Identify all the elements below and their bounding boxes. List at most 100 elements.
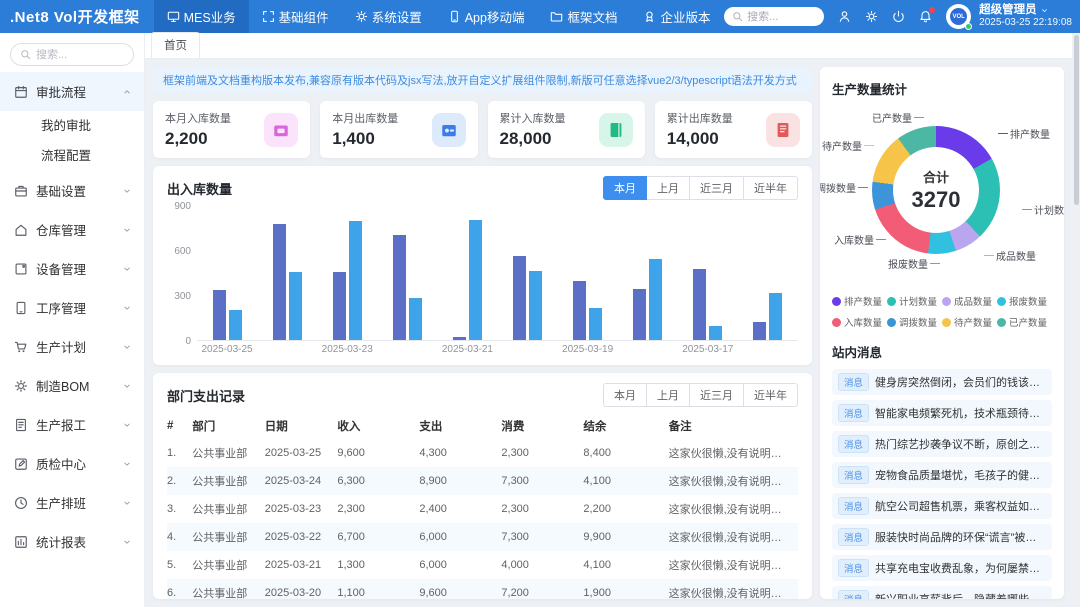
message-item[interactable]: 消息 航空公司超售机票，乘客权益如何保障？ <box>832 493 1052 519</box>
sidebar-item-仓库管理[interactable]: 仓库管理 <box>0 210 144 249</box>
sidebar-item-生产报工[interactable]: 生产报工 <box>0 405 144 444</box>
gear-icon[interactable] <box>865 10 878 23</box>
expense-table-card: 部门支出记录 本月上月近三月近半年 #部门日期收入支出消费结余备注1.公共事业部… <box>153 373 812 599</box>
message-item[interactable]: 消息 新兴职业高薪背后，隐藏着哪些挑战？ <box>832 586 1052 599</box>
x-tick <box>257 344 317 355</box>
user-menu[interactable]: 超级管理员 <box>979 4 1072 17</box>
user-icon[interactable] <box>838 10 851 23</box>
range-tab-上月[interactable]: 上月 <box>647 383 690 407</box>
message-item[interactable]: 消息 热门综艺抄袭争议不断，原创之路在何方？ <box>832 431 1052 457</box>
page-scrollbar[interactable] <box>1072 33 1080 607</box>
sidebar-item-质检中心[interactable]: 质检中心 <box>0 444 144 483</box>
nav-item-label: App移动端 <box>465 7 525 26</box>
table-cell: 7,200 <box>501 587 583 599</box>
sidebar-search-input[interactable] <box>36 49 116 61</box>
nav-item-框架文档[interactable]: 框架文档 <box>537 0 630 33</box>
global-search[interactable] <box>724 7 824 26</box>
sidebar-item-设备管理[interactable]: 设备管理 <box>0 249 144 288</box>
table-row[interactable]: 5.公共事业部2025-03-211,3006,0004,0004,100这家伙… <box>167 551 798 579</box>
sidebar-search[interactable] <box>10 43 134 66</box>
report-icon <box>14 535 28 549</box>
tab-首页[interactable]: 首页 <box>151 32 200 58</box>
notice-banner: 框架前端及文档重构版本发布,兼容原有版本代码及jsx写法,放开自定义扩展组件限制… <box>153 67 812 93</box>
message-text: 航空公司超售机票，乘客权益如何保障？ <box>875 498 1046 514</box>
sidebar-item-统计报表[interactable]: 统计报表 <box>0 522 144 561</box>
bar-group-2025-03-23 <box>317 206 377 340</box>
legend-item-排产数量[interactable]: 排产数量 <box>832 294 887 308</box>
legend-item-待产数量[interactable]: 待产数量 <box>942 315 997 329</box>
datetime: 2025-03-25 22:19:08 <box>979 17 1072 29</box>
sidebar-item-制造BOM[interactable]: 制造BOM <box>0 366 144 405</box>
table-row[interactable]: 4.公共事业部2025-03-226,7006,0007,3009,900这家伙… <box>167 523 798 551</box>
notifications[interactable] <box>919 10 932 23</box>
message-item[interactable]: 消息 健身房突然倒闭，会员们的钱该如何追回？ <box>832 369 1052 395</box>
y-tick: 0 <box>185 336 191 347</box>
message-item[interactable]: 消息 智能家电频繁死机，技术瓶颈待突破？ <box>832 400 1052 426</box>
range-tab-本月[interactable]: 本月 <box>603 176 647 200</box>
sidebar-subitem-流程配置[interactable]: 流程配置 <box>0 141 144 171</box>
nav-item-基础组件[interactable]: 基础组件 <box>249 0 342 33</box>
column-header: 结余 <box>583 418 668 434</box>
nav-item-App移动端[interactable]: App移动端 <box>435 0 538 33</box>
table-cell: 3. <box>167 503 192 515</box>
table-cell: 6,700 <box>337 531 419 543</box>
legend-dot <box>942 318 951 327</box>
avatar[interactable]: VOL <box>946 4 971 29</box>
legend-item-已产数量[interactable]: 已产数量 <box>997 315 1052 329</box>
callout-line <box>984 255 994 257</box>
message-item[interactable]: 消息 宠物食品质量堪忧，毛孩子的健康谁守护？ <box>832 462 1052 488</box>
nav-item-MES业务[interactable]: MES业务 <box>154 0 249 33</box>
message-badge: 消息 <box>838 559 869 577</box>
nav-item-label: 系统设置 <box>372 7 422 26</box>
nav-item-系统设置[interactable]: 系统设置 <box>342 0 435 33</box>
power-icon[interactable] <box>892 10 905 23</box>
bar-group-2025-03-19 <box>558 206 618 340</box>
legend-item-报废数量[interactable]: 报废数量 <box>997 294 1052 308</box>
gear-icon <box>355 10 368 23</box>
legend-item-成品数量[interactable]: 成品数量 <box>942 294 997 308</box>
sidebar-subitem-我的审批[interactable]: 我的审批 <box>0 111 144 141</box>
table-row[interactable]: 1.公共事业部2025-03-259,6004,3002,3008,400这家伙… <box>167 439 798 467</box>
sidebar-item-审批流程[interactable]: 审批流程 <box>0 72 144 111</box>
message-item[interactable]: 消息 服装快时尚品牌的环保“谎言”被戳破？ <box>832 524 1052 550</box>
legend-item-计划数量[interactable]: 计划数量 <box>887 294 942 308</box>
stat-label: 累计入库数量 <box>500 110 566 126</box>
bar-出库数量 <box>649 259 662 340</box>
legend-item-调拨数量[interactable]: 调拨数量 <box>887 315 942 329</box>
x-tick: 2025-03-23 <box>317 344 377 355</box>
sidebar-item-工序管理[interactable]: 工序管理 <box>0 288 144 327</box>
table-cell: 4,000 <box>501 559 583 571</box>
monitor-icon <box>167 10 180 23</box>
table-cell: 2. <box>167 475 192 487</box>
legend-item-入库数量[interactable]: 入库数量 <box>832 315 887 329</box>
stat-label: 累计出库数量 <box>667 110 733 126</box>
table-row[interactable]: 6.公共事业部2025-03-201,1009,6007,2001,900这家伙… <box>167 579 798 599</box>
table-row[interactable]: 3.公共事业部2025-03-232,3002,4002,3002,200这家伙… <box>167 495 798 523</box>
message-item[interactable]: 消息 共享充电宝收费乱象，为何屡禁不止？ <box>832 555 1052 581</box>
sidebar-item-基础设置[interactable]: 基础设置 <box>0 171 144 210</box>
x-tick <box>738 344 798 355</box>
sidebar-item-生产排班[interactable]: 生产排班 <box>0 483 144 522</box>
table-row[interactable]: 2.公共事业部2025-03-246,3008,9007,3004,100这家伙… <box>167 467 798 495</box>
range-tab-近半年[interactable]: 近半年 <box>744 383 798 407</box>
donut-title: 生产数量统计 <box>832 79 1052 98</box>
range-tab-近三月[interactable]: 近三月 <box>690 383 744 407</box>
sidebar-item-生产计划[interactable]: 生产计划 <box>0 327 144 366</box>
range-tab-近半年[interactable]: 近半年 <box>744 176 798 200</box>
donut-label-报废数量: 报废数量 <box>888 256 940 271</box>
bar-入库数量 <box>633 289 646 340</box>
table-cell: 2,300 <box>337 503 419 515</box>
message-text: 热门综艺抄袭争议不断，原创之路在何方？ <box>875 436 1046 452</box>
nav-item-企业版本[interactable]: 企业版本 <box>630 0 723 33</box>
scrollbar-thumb[interactable] <box>1074 35 1079 205</box>
stat-value: 2,200 <box>165 129 231 149</box>
x-tick <box>497 344 557 355</box>
message-badge: 消息 <box>838 435 869 453</box>
chevron-down-icon <box>122 498 132 508</box>
range-tab-本月[interactable]: 本月 <box>603 383 647 407</box>
range-tab-上月[interactable]: 上月 <box>647 176 690 200</box>
global-search-input[interactable] <box>747 11 811 23</box>
table-cell: 这家伙很懒,没有说明信息... <box>669 529 798 545</box>
donut-label-text: 成品数量 <box>996 248 1036 263</box>
range-tab-近三月[interactable]: 近三月 <box>690 176 744 200</box>
